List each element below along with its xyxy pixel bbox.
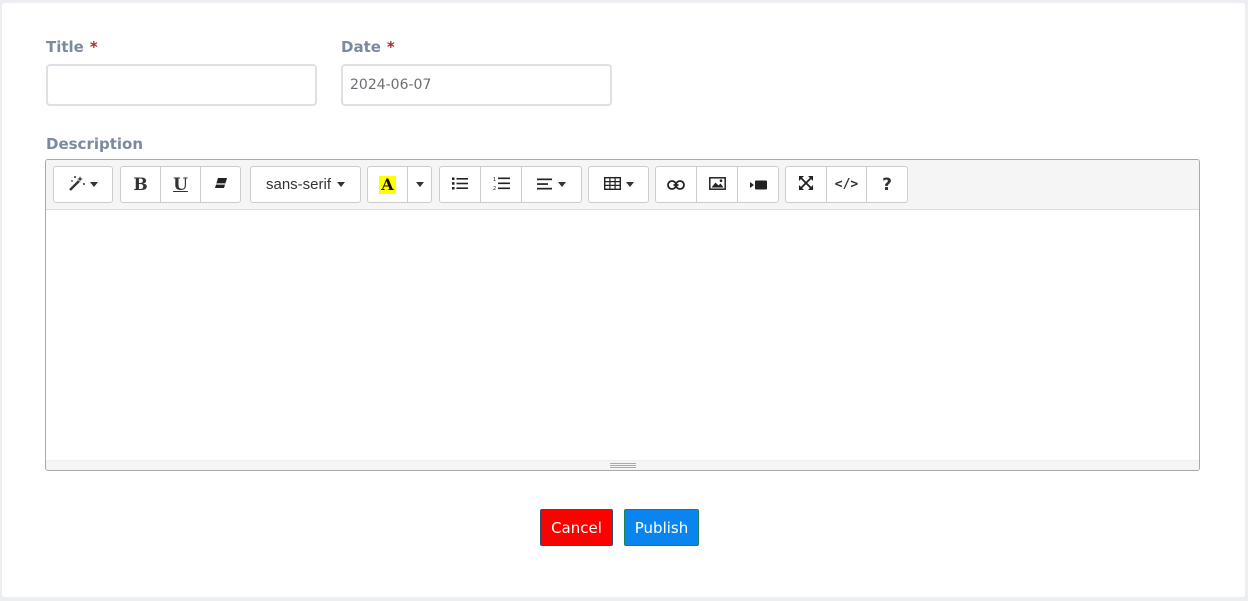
svg-text:2: 2 xyxy=(493,186,496,191)
fullscreen-button[interactable] xyxy=(785,166,827,203)
eraser-icon xyxy=(214,176,228,193)
chevron-down-icon xyxy=(625,182,634,187)
editor-resize-bar[interactable] xyxy=(46,460,1199,470)
view-group: </> ? xyxy=(785,166,908,203)
date-label-text: Date xyxy=(341,38,381,56)
code-view-label: </> xyxy=(834,177,859,192)
font-name-group: sans-serif xyxy=(250,166,361,203)
fullscreen-icon xyxy=(799,176,813,193)
forecolor-label: A xyxy=(379,175,396,194)
link-button[interactable] xyxy=(655,166,697,203)
magic-wand-icon xyxy=(68,175,86,194)
link-icon xyxy=(667,177,685,193)
help-button[interactable]: ? xyxy=(866,166,908,203)
font-name-label: sans-serif xyxy=(265,176,332,193)
color-group: A xyxy=(367,166,432,203)
table-button[interactable] xyxy=(588,166,649,203)
required-marker: * xyxy=(386,38,395,56)
ordered-list-icon: 1 2 xyxy=(493,176,510,194)
picture-button[interactable] xyxy=(696,166,738,203)
style-group xyxy=(53,166,113,203)
help-label: ? xyxy=(882,174,892,195)
underline-button[interactable]: U xyxy=(160,166,201,203)
video-icon xyxy=(749,177,767,193)
date-label: Date * xyxy=(341,38,395,56)
chevron-down-icon xyxy=(90,182,98,187)
font-name-dropdown[interactable]: sans-serif xyxy=(250,166,361,203)
unordered-list-button[interactable] xyxy=(439,166,481,203)
style-button[interactable] xyxy=(53,166,113,203)
bold-button[interactable]: B xyxy=(120,166,161,203)
rich-text-editor: B U sans-serif A 1 2 </> ? xyxy=(45,159,1200,471)
description-label: Description xyxy=(46,135,144,153)
font-style-group: B U xyxy=(120,166,241,203)
svg-text:1: 1 xyxy=(493,177,496,183)
insert-group xyxy=(655,166,779,203)
picture-icon xyxy=(708,176,726,193)
underline-label: U xyxy=(173,174,188,195)
ordered-list-button[interactable]: 1 2 xyxy=(480,166,522,203)
paragraph-group: 1 2 xyxy=(439,166,582,203)
video-button[interactable] xyxy=(737,166,779,203)
required-marker: * xyxy=(89,38,98,56)
chevron-down-icon xyxy=(337,182,346,187)
code-view-button[interactable]: </> xyxy=(826,166,867,203)
align-dropdown-button[interactable] xyxy=(521,166,582,203)
clear-format-button[interactable] xyxy=(200,166,241,203)
forecolor-button[interactable]: A xyxy=(367,166,408,203)
title-label: Title * xyxy=(46,38,98,56)
chevron-down-icon xyxy=(558,182,566,187)
table-icon xyxy=(603,176,621,193)
title-input[interactable] xyxy=(46,64,317,106)
align-left-icon xyxy=(537,177,552,193)
bold-label: B xyxy=(133,174,148,195)
date-input[interactable] xyxy=(341,64,612,106)
title-label-text: Title xyxy=(46,38,84,56)
color-dropdown-button[interactable] xyxy=(407,166,432,203)
unordered-list-icon xyxy=(452,177,468,193)
table-group xyxy=(588,166,649,203)
publish-button[interactable]: Publish xyxy=(624,509,699,546)
resize-grip-icon[interactable] xyxy=(609,463,636,468)
cancel-button[interactable]: Cancel xyxy=(540,509,613,546)
description-editable-area[interactable] xyxy=(46,211,1199,461)
chevron-down-icon xyxy=(415,182,424,187)
editor-toolbar: B U sans-serif A 1 2 </> ? xyxy=(46,160,1199,210)
